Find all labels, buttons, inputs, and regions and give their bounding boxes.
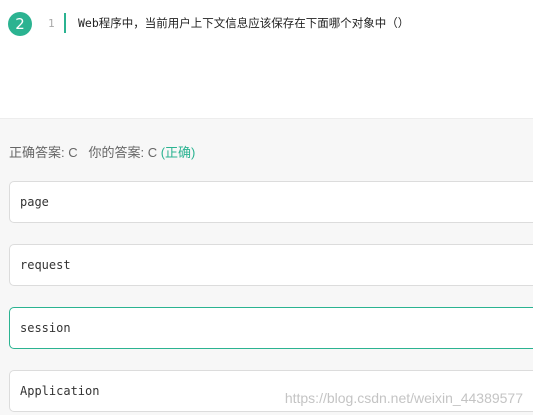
question-number-badge: 2	[8, 12, 32, 36]
option-b[interactable]: request	[9, 244, 533, 286]
correct-answer-label: 正确答案: C	[9, 145, 78, 160]
question-text: Web程序中，当前用户上下文信息应该保存在下面哪个对象中（）	[78, 16, 410, 30]
your-answer-label: 你的答案: C	[88, 145, 158, 160]
line-marker	[64, 13, 66, 33]
answer-result: (正确)	[160, 145, 196, 160]
line-number: 1	[48, 16, 55, 30]
option-label: request	[20, 258, 71, 272]
answer-status: 正确答案: C 你的答案: C (正确)	[9, 142, 195, 161]
option-label: session	[20, 321, 71, 335]
question-line: 1 Web程序中，当前用户上下文信息应该保存在下面哪个对象中（）	[48, 13, 409, 33]
option-a[interactable]: page	[9, 181, 533, 223]
answer-panel: 正确答案: C 你的答案: C (正确) page request sessio…	[0, 118, 533, 415]
option-label: Application	[20, 384, 100, 398]
question-card: 2 1 Web程序中，当前用户上下文信息应该保存在下面哪个对象中（）	[0, 0, 533, 118]
option-label: page	[20, 195, 49, 209]
watermark: https://blog.csdn.net/weixin_44389577	[284, 390, 523, 406]
option-c[interactable]: session	[9, 307, 533, 349]
